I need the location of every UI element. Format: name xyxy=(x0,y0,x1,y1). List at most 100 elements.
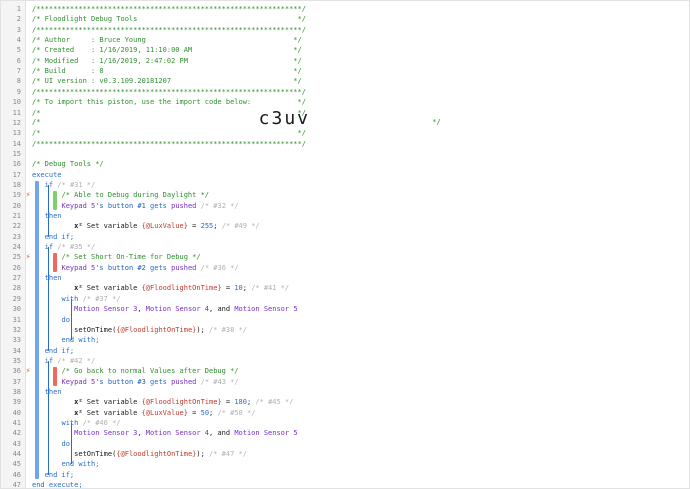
if-block-bracket xyxy=(48,361,49,475)
line-number: 11 xyxy=(12,109,21,117)
line-number: 24 xyxy=(12,243,21,251)
code-line: end with; xyxy=(32,335,100,345)
line-number: 29 xyxy=(12,295,21,303)
code-token: /* To import this piston, use the import… xyxy=(32,98,306,106)
code-token: /* #43 */ xyxy=(196,378,239,386)
line-number: 22 xyxy=(12,222,21,230)
code-token: = xyxy=(221,398,235,406)
code-token: end with; xyxy=(32,460,100,468)
with-block-bracket xyxy=(71,423,72,464)
code-token: button #1 xyxy=(107,202,146,210)
code-line: execute xyxy=(32,170,62,180)
code-token: 's xyxy=(95,378,108,386)
line-number: 44 xyxy=(12,450,21,458)
line-number: 8 xyxy=(16,77,21,85)
code-token: Motion Sensor 5 xyxy=(234,429,298,437)
code-token: /***************************************… xyxy=(32,88,306,96)
code-token: {@FloodlightOnTime} xyxy=(116,326,197,334)
code-line: /***************************************… xyxy=(32,25,306,35)
line-number: 33 xyxy=(12,336,21,344)
code-line: if /* #42 */ xyxy=(32,356,96,366)
code-token: /* Debug Tools */ xyxy=(32,160,104,168)
code-token: = xyxy=(187,409,201,417)
line-number: 4 xyxy=(16,36,21,44)
code-token: end with; xyxy=(32,336,100,344)
import-code: c3uv xyxy=(40,108,311,129)
code-token: {@FloodlightOnTime} xyxy=(141,398,222,406)
line-number: 31 xyxy=(12,316,21,324)
if-block-bracket xyxy=(48,185,49,237)
code-line: x² Set variable {@LuxValue} = 255; /* #4… xyxy=(32,221,260,231)
code-line: Keypad 5's button #3 gets pushed /* #43 … xyxy=(32,377,239,387)
line-number: 15 xyxy=(12,150,21,158)
code-token: x² xyxy=(32,284,87,292)
code-token: /* Able to Debug during Daylight */ xyxy=(32,191,210,199)
execute-block-bar xyxy=(35,181,39,479)
code-token: /* #38 */ xyxy=(204,326,247,334)
code-token: /* Set Short On-Time for Debug */ xyxy=(32,253,201,261)
code-token: {@LuxValue} xyxy=(141,409,188,417)
code-token: Motion Sensor 5 xyxy=(234,305,298,313)
line-number: 17 xyxy=(12,171,21,179)
line-number: 26 xyxy=(12,264,21,272)
line-number-gutter: 1 2 3 4 5 6 7 8 9 10 11 12 13 14 15 16 17 18 19 20 21 22 23 24 2… xyxy=(1,1,26,488)
line-number: 25 xyxy=(12,253,21,261)
code-line: /* Able to Debug during Daylight */ xyxy=(32,190,210,200)
code-line: /***************************************… xyxy=(32,139,306,149)
code-token: {@FloodlightOnTime} xyxy=(141,284,222,292)
code-token: Set variable xyxy=(86,398,142,406)
code-line: with /* #37 */ xyxy=(32,294,121,304)
code-token: {@FloodlightOnTime} xyxy=(116,450,197,458)
code-line: setOnTime({@FloodlightOnTime}); /* #38 *… xyxy=(32,325,247,335)
line-number: 3 xyxy=(16,26,21,34)
code-line: x² Set variable {@LuxValue} = 50; /* #50… xyxy=(32,408,255,418)
code-token: execute xyxy=(32,171,62,179)
code-line: end with; xyxy=(32,459,100,469)
code-token: /* #50 */ xyxy=(217,409,256,417)
line-number: 34 xyxy=(12,347,21,355)
code-token: 50 xyxy=(200,409,210,417)
line-number: 30 xyxy=(12,305,21,313)
code-line: if /* #31 */ xyxy=(32,180,96,190)
line-number: 1 xyxy=(16,5,21,13)
code-token: 180 xyxy=(234,398,247,406)
code-token: x² xyxy=(32,398,87,406)
code-line: /* Author : Bruce Young */ xyxy=(32,35,302,45)
code-token: Set variable xyxy=(86,409,142,417)
code-token: , and xyxy=(209,429,235,437)
code-token: /***************************************… xyxy=(32,140,306,148)
line-number: 7 xyxy=(16,67,21,75)
condition-true-bar xyxy=(53,191,57,210)
code-token: x² xyxy=(32,222,87,230)
code-token: 's xyxy=(95,264,108,272)
with-block-bracket xyxy=(71,299,72,340)
code-token: /* #41 */ xyxy=(251,284,290,292)
code-token: Set variable xyxy=(86,222,142,230)
code-token: /* #47 */ xyxy=(204,450,247,458)
code-line: /* */ xyxy=(32,128,306,138)
code-line: end execute; xyxy=(32,480,83,488)
code-token: Set variable xyxy=(86,284,142,292)
code-token: 's xyxy=(95,202,108,210)
code-line: setOnTime({@FloodlightOnTime}); /* #47 *… xyxy=(32,449,247,459)
code-line: /* Debug Tools */ xyxy=(32,159,104,169)
code-token: /* Floodlight Debug Tools */ xyxy=(32,15,306,23)
code-token: /* #45 */ xyxy=(255,398,294,406)
code-line: Keypad 5's button #1 gets pushed /* #32 … xyxy=(32,201,239,211)
code-line: /* Set Short On-Time for Debug */ xyxy=(32,252,201,262)
code-token: with xyxy=(32,419,83,427)
code-token: 255 xyxy=(200,222,214,230)
code-token: = xyxy=(221,284,235,292)
line-number: 21 xyxy=(12,212,21,220)
code-line: with /* #46 */ xyxy=(32,418,121,428)
line-number: 38 xyxy=(12,388,21,396)
line-number: 6 xyxy=(16,57,21,65)
code-token: gets xyxy=(145,202,172,210)
line-number: 20 xyxy=(12,202,21,210)
code-token: = xyxy=(187,222,201,230)
code-line: x² Set variable {@FloodlightOnTime} = 18… xyxy=(32,397,293,407)
line-number: 45 xyxy=(12,460,21,468)
code-token: /***************************************… xyxy=(32,5,306,13)
line-number: 5 xyxy=(16,46,21,54)
code-token: */ xyxy=(310,118,441,126)
